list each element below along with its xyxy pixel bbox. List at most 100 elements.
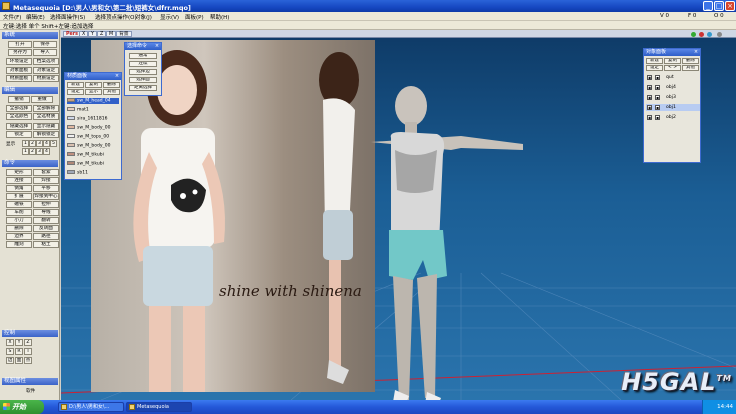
unlock-button[interactable]: 解锁锁定	[33, 131, 59, 138]
command-button[interactable]: 导线	[33, 209, 59, 216]
material-panel-button[interactable]: 材质面板	[6, 75, 32, 82]
menu-help[interactable]: 帮助(H)	[210, 13, 229, 21]
tab-x[interactable]: X	[79, 31, 89, 37]
section-view-properties[interactable]: 视图属性	[2, 378, 58, 385]
command-button[interactable]: 磁铁	[6, 201, 32, 208]
red-view-icon[interactable]	[699, 32, 704, 37]
tab-background[interactable]: 背景	[116, 31, 132, 37]
maximize-button[interactable]: □	[714, 1, 724, 11]
object-list-item[interactable]: ◉ ▪ obj1	[646, 104, 700, 111]
object-delete-button[interactable]: 删除	[682, 58, 699, 64]
object-list-item[interactable]: ◉ ▪ qut	[646, 74, 700, 81]
menu-file[interactable]: 文件(F)	[3, 13, 21, 21]
tab-y[interactable]: Y	[88, 31, 97, 37]
taskbar-item-metasequoia[interactable]: Metasequoia	[126, 402, 192, 412]
blue-view-icon[interactable]	[707, 32, 712, 37]
object-panel-button[interactable]: 对象面板	[6, 67, 32, 74]
display-slot-9[interactable]: 4	[43, 148, 50, 155]
minimize-button[interactable]: _	[703, 1, 713, 11]
section-edit[interactable]: 编辑	[2, 87, 58, 94]
menu-view[interactable]: 显示(V)	[160, 13, 179, 21]
display-slot-3[interactable]: 3	[36, 140, 43, 147]
settings-view-icon[interactable]	[717, 32, 722, 37]
object-order-button[interactable]: < >	[664, 65, 681, 71]
select-by-material-button[interactable]: 全选材质	[33, 113, 59, 120]
axis-y-button[interactable]: Y	[15, 339, 23, 346]
select-face-button[interactable]: 选择面	[129, 77, 157, 83]
lock-icon[interactable]: ▪	[655, 95, 660, 100]
section-system[interactable]: 系统	[2, 32, 58, 39]
env-settings-button[interactable]: 环境设定	[6, 58, 32, 65]
command-button[interactable]: 边界	[6, 233, 32, 240]
show-hidden-button[interactable]: 显示隐藏	[33, 123, 59, 130]
file-options-button[interactable]: 档案选项	[33, 58, 59, 65]
section-command[interactable]: 命令	[2, 160, 58, 167]
display-slot-6[interactable]: 1	[22, 148, 29, 155]
import-button[interactable]: 导入	[33, 49, 57, 56]
command-button[interactable]: 扩展	[6, 193, 32, 200]
select-all-button[interactable]: 全部选择	[6, 105, 32, 112]
material-settings-button[interactable]: 设定	[67, 89, 84, 95]
display-slot-5[interactable]: 5	[50, 140, 57, 147]
save-as-button[interactable]: 另存为	[8, 49, 32, 56]
select-continuous-button[interactable]: 连续	[129, 61, 157, 67]
scale-mode-button[interactable]: S	[6, 348, 14, 355]
deselect-all-button[interactable]: 全部解除	[33, 105, 59, 112]
material-copy-button[interactable]: 复制	[85, 82, 102, 88]
display-slot-2[interactable]: 2	[29, 140, 36, 147]
close-icon[interactable]: ×	[114, 73, 120, 79]
object-list-item[interactable]: ◉ ▪ obj3	[646, 94, 700, 101]
start-button[interactable]: 开始	[0, 400, 44, 414]
menu-edit[interactable]: 编辑(E)	[26, 13, 45, 21]
menu-panel[interactable]: 面板(P)	[185, 13, 204, 21]
save-button[interactable]: 保存	[33, 41, 57, 48]
display-slot-8[interactable]: 3	[36, 148, 43, 155]
material-other-button[interactable]: 其他	[103, 89, 120, 95]
object-other-button[interactable]: 其他	[682, 65, 699, 71]
close-icon[interactable]: ×	[154, 43, 160, 49]
tab-model[interactable]: M	[106, 31, 117, 37]
lock-icon[interactable]: ▪	[655, 75, 660, 80]
command-button[interactable]: 焊接到中心	[33, 193, 59, 200]
selection-panel-title[interactable]: 选择命令 ×	[125, 43, 161, 50]
lock-icon[interactable]: ▪	[655, 85, 660, 90]
command-button[interactable]: 连接	[6, 177, 32, 184]
material-panel-title[interactable]: 材质面板 ×	[65, 73, 121, 80]
material-list-item[interactable]: sw_M_body_00	[67, 125, 119, 131]
axis-z-button[interactable]: Z	[24, 339, 32, 346]
3d-model[interactable]	[351, 80, 551, 400]
command-button[interactable]: 删除	[6, 225, 32, 232]
select-edge-button[interactable]: 选择边	[129, 69, 157, 75]
translate-mode-button[interactable]: T	[24, 348, 32, 355]
object-settings-button[interactable]: 设定	[646, 65, 663, 71]
display-slot-4[interactable]: 4	[43, 140, 50, 147]
select-normal-button[interactable]: 通常	[129, 53, 157, 59]
menu-object[interactable]: 对象(J)	[135, 13, 152, 21]
command-button[interactable]: 路径	[33, 233, 59, 240]
close-button[interactable]: ×	[725, 1, 735, 11]
face-mode-button[interactable]: 面	[15, 357, 23, 364]
material-list-item[interactable]: sw_M_tikubi	[67, 161, 119, 167]
visibility-icon[interactable]: ◉	[647, 95, 652, 100]
material-list-item[interactable]: mat1	[67, 107, 119, 113]
command-button[interactable]: 翻转	[33, 217, 59, 224]
material-list-item[interactable]: sira_1611816	[67, 116, 119, 122]
command-button[interactable]: 矩形	[6, 169, 32, 176]
object-panel-title[interactable]: 对象面板 ×	[644, 49, 700, 56]
visibility-icon[interactable]: ◉	[647, 85, 652, 90]
hide-selected-button[interactable]: 隐藏选择	[6, 123, 32, 130]
section-control[interactable]: 控制	[2, 330, 58, 337]
visibility-icon[interactable]: ◉	[647, 115, 652, 120]
object-list-item[interactable]: ◉ ▪ obj2	[646, 114, 700, 121]
material-delete-button[interactable]: 删除	[103, 82, 120, 88]
visibility-icon[interactable]: ◉	[647, 105, 652, 110]
object-new-button[interactable]: 新建	[646, 58, 663, 64]
command-button[interactable]: 车削	[6, 209, 32, 216]
green-view-icon[interactable]	[691, 32, 696, 37]
command-button[interactable]: 雕刻	[6, 241, 32, 248]
display-slot-7[interactable]: 2	[29, 148, 36, 155]
lock-icon[interactable]: ▪	[655, 105, 660, 110]
taskbar-item-explorer[interactable]: D:\男人\男和女\...	[58, 402, 124, 412]
material-list-item[interactable]: sw_M_body_00	[67, 143, 119, 149]
axis-x-button[interactable]: X	[6, 339, 14, 346]
